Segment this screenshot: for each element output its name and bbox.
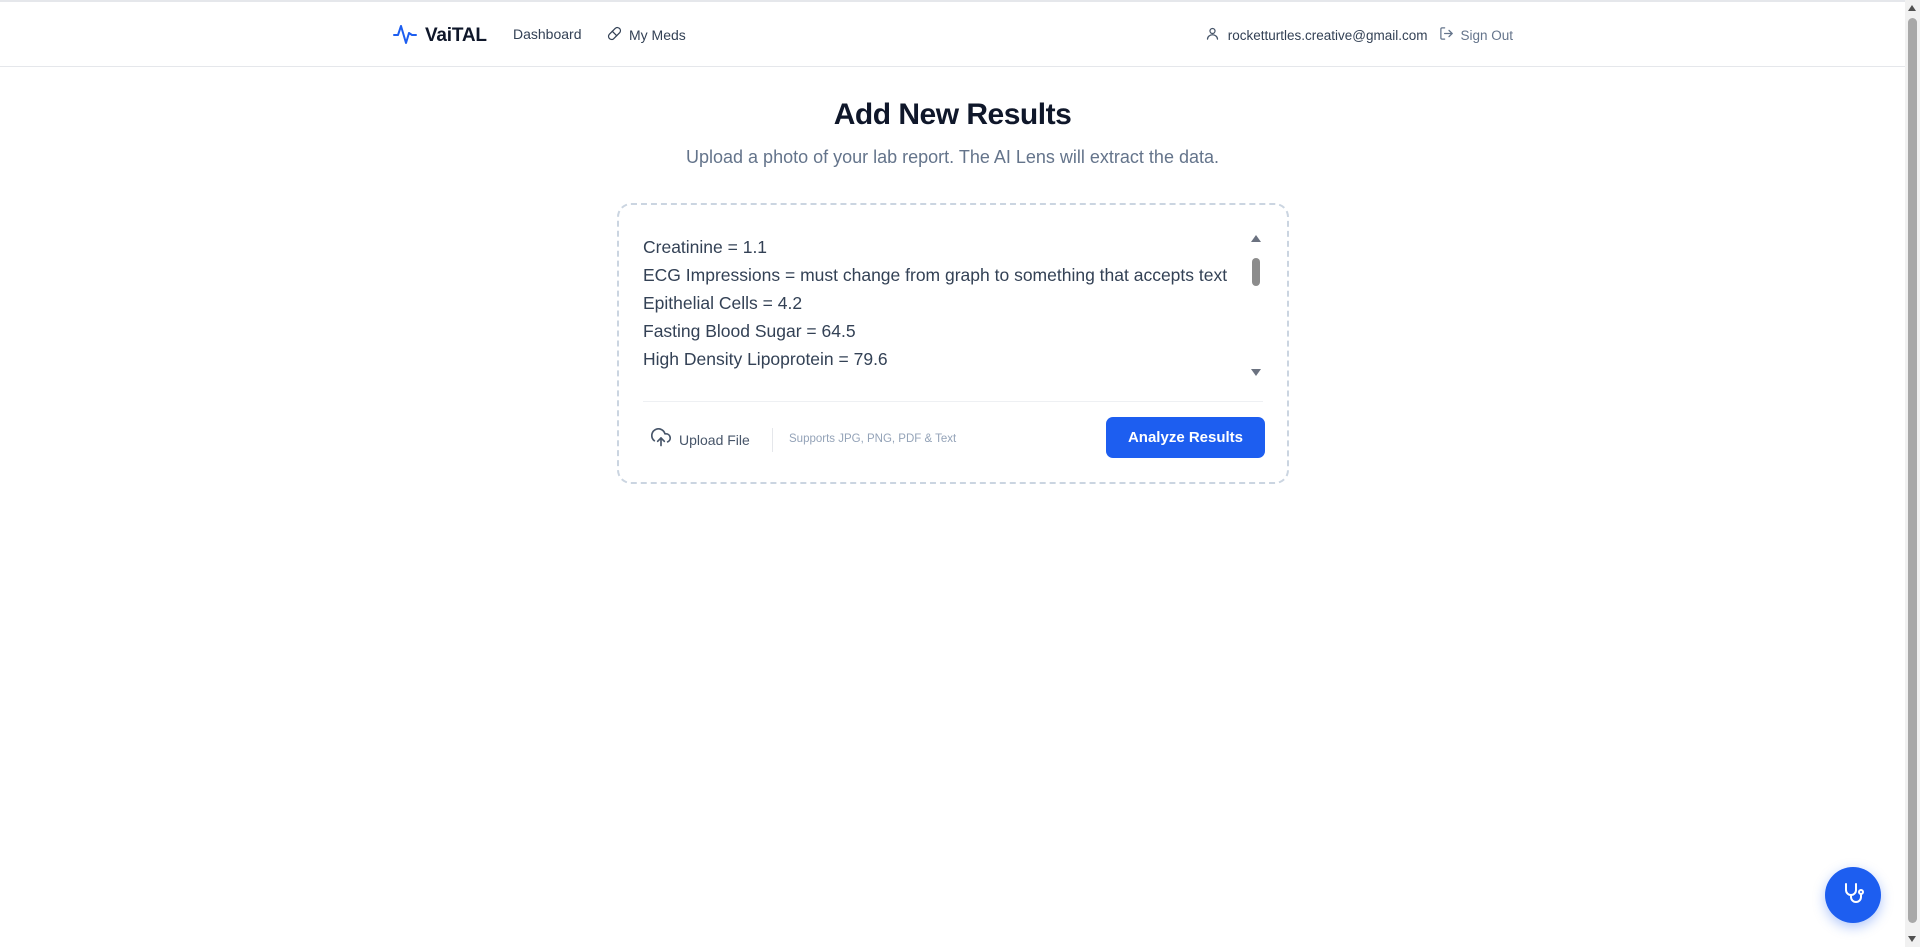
assistant-fab-button[interactable]: [1825, 867, 1881, 923]
pulse-icon: [393, 22, 417, 51]
sign-out-button[interactable]: Sign Out: [1439, 26, 1513, 44]
results-line: High Density Lipoprotein = 79.6: [643, 349, 888, 369]
supported-formats: Supports JPG, PNG, PDF & Text: [789, 433, 957, 445]
user-area: rocketturtles.creative@gmail.com Sign Ou…: [1205, 26, 1513, 44]
user-icon: [1205, 26, 1220, 44]
upload-separator: [772, 428, 773, 452]
cloud-upload-icon: [650, 428, 672, 451]
window-scroll-up[interactable]: [1908, 5, 1916, 11]
upload-card: Creatinine = 1.1 ECG Impressions = must …: [617, 203, 1289, 484]
sign-out-icon: [1439, 26, 1454, 44]
pill-icon: [607, 26, 622, 44]
analyze-results-button[interactable]: Analyze Results: [1106, 417, 1265, 458]
window-scrollbar-thumb[interactable]: [1908, 18, 1917, 923]
top-nav: VaiTAL Dashboard My Meds rocketturtles.c…: [0, 0, 1905, 67]
nav-dashboard-label: Dashboard: [513, 26, 582, 42]
page: VaiTAL Dashboard My Meds rocketturtles.c…: [0, 0, 1920, 947]
results-line: Epithelial Cells = 4.2: [643, 293, 803, 313]
brand-name: VaiTAL: [425, 25, 487, 46]
brand-logo[interactable]: VaiTAL: [393, 22, 487, 50]
nav-my-meds[interactable]: My Meds: [607, 26, 686, 44]
upload-file-button[interactable]: Upload File: [650, 428, 750, 451]
window-scrollbar[interactable]: [1905, 0, 1920, 947]
window-scroll-down[interactable]: [1908, 936, 1916, 942]
sign-out-label: Sign Out: [1460, 27, 1513, 43]
card-divider: [643, 401, 1263, 402]
textarea-scrollbar-thumb[interactable]: [1252, 258, 1260, 286]
results-line: ECG Impressions = must change from graph…: [643, 265, 1228, 285]
results-line: Fasting Blood Sugar = 64.5: [643, 321, 856, 341]
page-subtitle: Upload a photo of your lab report. The A…: [686, 147, 1219, 167]
results-line: Creatinine = 1.1: [643, 237, 768, 257]
nav-my-meds-label: My Meds: [629, 27, 686, 43]
stethoscope-icon: [1841, 881, 1865, 910]
user-email: rocketturtles.creative@gmail.com: [1227, 27, 1428, 43]
textarea-scroll-up[interactable]: [1251, 235, 1261, 242]
upload-file-label: Upload File: [679, 431, 750, 448]
results-textarea[interactable]: Creatinine = 1.1 ECG Impressions = must …: [643, 233, 1263, 373]
nav-dashboard[interactable]: Dashboard: [513, 26, 582, 42]
textarea-scroll-down[interactable]: [1251, 369, 1261, 376]
page-title: Add New Results: [833, 98, 1072, 131]
